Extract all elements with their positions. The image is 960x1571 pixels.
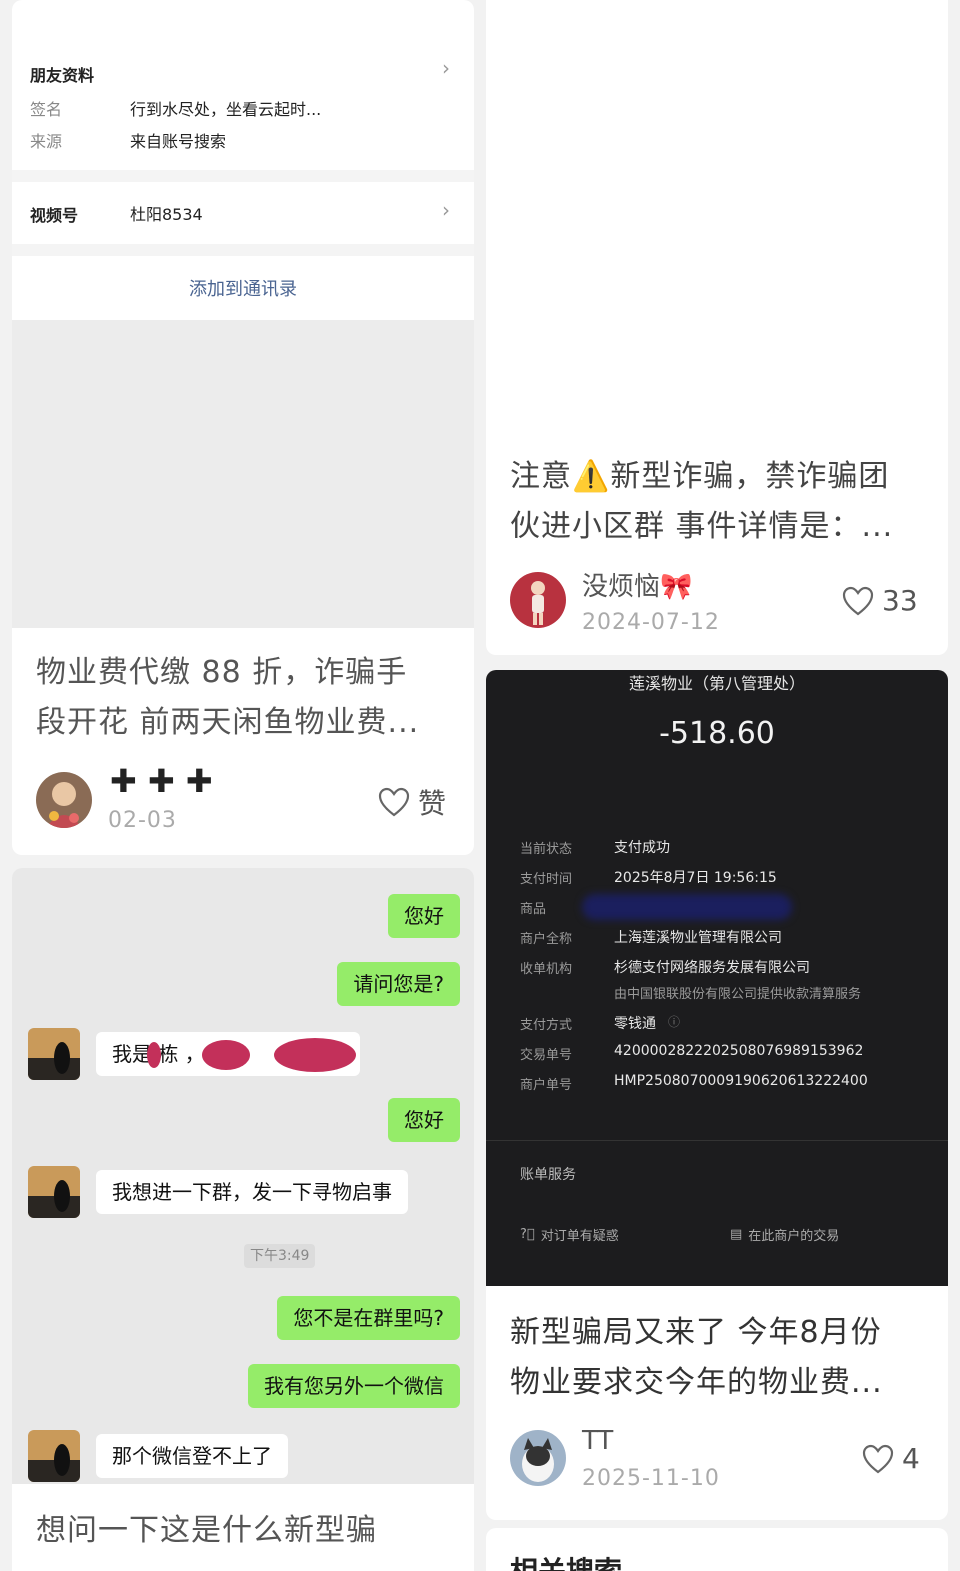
receipt-key: 商品 xyxy=(520,902,547,917)
profile-post-card[interactable]: 朋友资料 › 签名 行到水尽处，坐看云起时... 来源 来自账号搜索 视频号 杜… xyxy=(12,0,474,855)
order-doubt-label: 对订单有疑惑 xyxy=(540,1229,619,1244)
author-name[interactable]: ✚ ✚ ✚ xyxy=(110,762,213,800)
avatar xyxy=(28,1028,80,1080)
divider xyxy=(486,1140,948,1141)
related-search-section: 相关搜索 xyxy=(486,1528,948,1571)
chat-bubble-me: 您好 xyxy=(388,1098,460,1142)
receipt-value: 上海莲溪物业管理有限公司 xyxy=(614,930,782,946)
receipt-value: 支付成功 xyxy=(614,840,670,856)
receipt-amount: -518.60 xyxy=(659,716,775,751)
document-icon: ▤ xyxy=(730,1227,743,1242)
receipt-value: 零钱通 xyxy=(614,1016,656,1032)
receipt-key: 商户单号 xyxy=(520,1078,573,1093)
receipt-value: 4200002822202508076989153962 xyxy=(614,1043,864,1059)
author-name[interactable]: 没烦恼🎀 xyxy=(582,566,692,603)
chat-bubble-me: 您好 xyxy=(388,894,460,938)
avatar[interactable] xyxy=(510,1430,566,1486)
receipt-value: HMP2508070009190620613222400 xyxy=(614,1073,868,1089)
like-count: 4 xyxy=(902,1442,920,1475)
receipt-key: 当前状态 xyxy=(520,842,573,857)
source-value: 来自账号搜索 xyxy=(130,132,227,151)
receipt-value: 2025年8月7日 19:56:15 xyxy=(614,870,777,886)
author-name[interactable]: TT xyxy=(582,1426,613,1456)
signature-label: 签名 xyxy=(30,100,63,119)
avatar xyxy=(28,1166,80,1218)
chevron-right-icon[interactable]: › xyxy=(442,56,450,80)
like-button[interactable]: 赞 xyxy=(378,782,446,822)
profile-section-title: 朋友资料 xyxy=(30,66,95,85)
receipt-value: 杉德支付网络服务发展有限公司 xyxy=(614,960,810,976)
receipt-post-card[interactable]: 莲溪物业（第八管理处） -518.60 当前状态 支付成功 支付时间 2025年… xyxy=(486,670,948,1520)
receipt-key: 支付方式 xyxy=(520,1018,573,1033)
chat-bubble-me: 您不是在群里吗? xyxy=(277,1296,460,1340)
warning-post-card[interactable]: 注意⚠️新型诈骗，禁诈骗团 伙进小区群 事件详情是：... 没烦恼🎀 2024-… xyxy=(486,0,948,655)
like-label: 赞 xyxy=(418,787,447,820)
merchant-transactions-link: ▤ 在此商户的交易 xyxy=(730,1225,839,1244)
receipt-acquirer-note: 由中国银联股份有限公司提供收款清算服务 xyxy=(614,987,862,1002)
video-channel-label: 视频号 xyxy=(30,206,79,225)
video-channel-value: 杜阳8534 xyxy=(130,205,203,224)
divider xyxy=(12,244,474,256)
post-title-line1[interactable]: 物业费代缴 88 折，诈骗手 xyxy=(36,648,407,698)
redaction-mark xyxy=(274,1038,356,1072)
post-date: 02-03 xyxy=(108,808,177,833)
source-label: 来源 xyxy=(30,132,63,151)
post-title-line1[interactable]: 新型骗局又来了 今年8月份 xyxy=(510,1308,882,1358)
like-button[interactable]: 4 xyxy=(862,1442,920,1475)
receipt-key: 收单机构 xyxy=(520,962,573,977)
post-date: 2024-07-12 xyxy=(582,610,720,635)
receipt-merchant: 莲溪物业（第八管理处） xyxy=(628,674,805,693)
post-date: 2025-11-10 xyxy=(582,1466,720,1491)
receipt-key: 商户全称 xyxy=(520,932,573,947)
order-doubt-link: ?⃝ 对订单有疑惑 xyxy=(520,1225,619,1244)
like-button[interactable]: 33 xyxy=(842,584,918,617)
avatar[interactable] xyxy=(510,572,566,628)
chat-bubble-other: 我是 栋 ， xyxy=(96,1032,360,1076)
question-icon: ?⃝ xyxy=(520,1227,535,1242)
signature-value: 行到水尽处，坐看云起时... xyxy=(130,100,322,119)
redaction-mark xyxy=(202,1040,250,1070)
like-count: 33 xyxy=(882,584,918,617)
chat-screenshot: 您好 请问您是? 我是 栋 ， 您好 我想进一下群，发一下寻物启事 下午3:49… xyxy=(12,868,474,1484)
chat-bubble-other: 那个微信登不上了 xyxy=(96,1434,288,1478)
avatar[interactable] xyxy=(36,772,92,828)
chat-post-card[interactable]: 您好 请问您是? 我是 栋 ， 您好 我想进一下群，发一下寻物启事 下午3:49… xyxy=(12,868,474,1571)
add-to-contacts-button[interactable]: 添加到通讯录 xyxy=(12,256,474,318)
heart-icon xyxy=(378,787,410,817)
receipt-key: 支付时间 xyxy=(520,872,573,887)
receipt-key: 交易单号 xyxy=(520,1048,573,1063)
chat-bubble-me: 请问您是? xyxy=(337,962,460,1006)
billing-service-label: 账单服务 xyxy=(520,1167,576,1183)
heart-icon xyxy=(862,1444,894,1473)
chat-bubble-me: 我有您另外一个微信 xyxy=(248,1364,460,1408)
post-title-line2[interactable]: 物业要求交今年的物业费... xyxy=(510,1358,883,1408)
image-placeholder xyxy=(12,320,474,628)
chat-bubble-other: 我想进一下群，发一下寻物启事 xyxy=(96,1170,408,1214)
add-to-contacts-label: 添加到通讯录 xyxy=(189,279,297,300)
info-icon: ⓘ xyxy=(668,1015,681,1029)
avatar xyxy=(28,1430,80,1482)
merchant-transactions-label: 在此商户的交易 xyxy=(748,1229,840,1244)
video-channel-row[interactable]: 视频号 杜阳8534 › xyxy=(12,182,474,244)
divider xyxy=(12,170,474,182)
chat-timestamp: 下午3:49 xyxy=(244,1244,316,1268)
post-title-line1[interactable]: 注意⚠️新型诈骗，禁诈骗团 xyxy=(510,452,889,502)
redaction-mark xyxy=(582,894,792,920)
heart-icon xyxy=(842,586,874,615)
payment-receipt-screenshot: 莲溪物业（第八管理处） -518.60 当前状态 支付成功 支付时间 2025年… xyxy=(486,670,948,1286)
redaction-mark xyxy=(147,1042,161,1068)
related-search-title: 相关搜索 xyxy=(510,1550,622,1571)
post-title-line2[interactable]: 伙进小区群 事件详情是：... xyxy=(510,502,893,552)
profile-info-section: 朋友资料 › 签名 行到水尽处，坐看云起时... 来源 来自账号搜索 xyxy=(12,14,474,170)
chevron-right-icon: › xyxy=(442,198,450,222)
post-title-line1[interactable]: 想问一下这是什么新型骗 xyxy=(36,1506,377,1556)
post-title-line2[interactable]: 段开花 前两天闲鱼物业费... xyxy=(36,698,419,748)
